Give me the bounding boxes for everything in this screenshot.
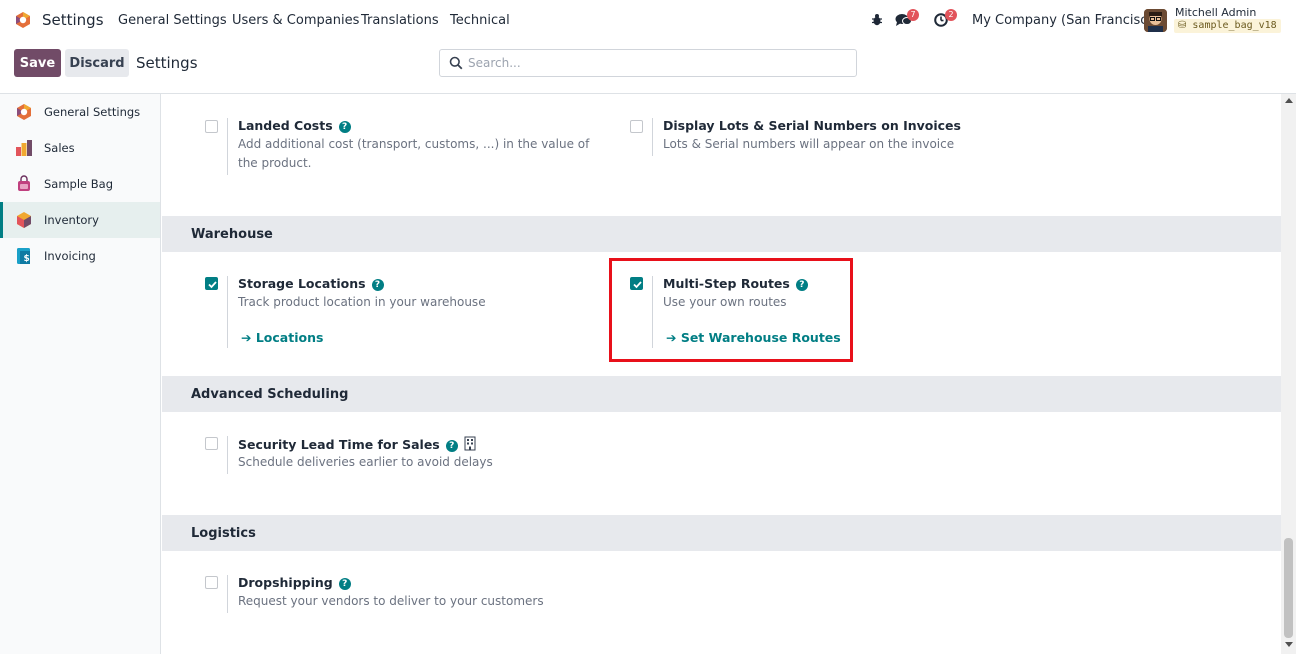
sidebar-item-sample-bag[interactable]: Sample Bag [0, 166, 160, 202]
settings-sidebar: General Settings Sales Sample Bag Invent… [0, 94, 161, 654]
scroll-down-icon[interactable] [1285, 642, 1293, 647]
divider [227, 575, 228, 613]
sidebar-item-sales[interactable]: Sales [0, 130, 160, 166]
section-title: Warehouse [191, 227, 273, 242]
help-icon[interactable]: ? [445, 440, 458, 452]
odoo-settings-icon[interactable] [14, 11, 32, 29]
security-lead-time-checkbox[interactable] [205, 437, 218, 450]
search-input[interactable] [468, 55, 848, 71]
sample-bag-icon [18, 175, 30, 191]
divider [652, 118, 653, 156]
storage-locations-description: Track product location in your warehouse [238, 295, 486, 309]
section-title: Advanced Scheduling [191, 387, 349, 402]
security-lead-time-description: Schedule deliveries earlier to avoid del… [238, 455, 493, 469]
storage-locations-checkbox[interactable] [205, 277, 218, 290]
setting-title-text: Landed Costs [238, 118, 333, 133]
sidebar-item-label: General Settings [44, 105, 141, 119]
sidebar-item-label: Inventory [44, 213, 99, 227]
section-title: Logistics [191, 526, 256, 541]
landed-costs-title: Landed Costs? [238, 118, 351, 133]
database-name: ⛁ sample_bag_v18 [1174, 19, 1281, 33]
menu-technical[interactable]: Technical [450, 13, 510, 28]
database-label: sample_bag_v18 [1192, 20, 1277, 31]
dropshipping-title: Dropshipping? [238, 575, 351, 590]
locations-link[interactable]: ➔ Locations [241, 330, 323, 345]
svg-text:$: $ [24, 254, 30, 264]
link-label: Locations [255, 330, 324, 345]
user-avatar[interactable] [1144, 9, 1167, 32]
sidebar-item-label: Sales [44, 141, 75, 155]
scrollbar[interactable] [1281, 94, 1296, 654]
sidebar-item-inventory[interactable]: Inventory [0, 202, 160, 238]
highlight-box [609, 258, 853, 362]
divider [227, 436, 228, 474]
menu-translations[interactable]: Translations [361, 13, 439, 28]
search-icon [449, 56, 463, 70]
storage-locations-title: Storage Locations? [238, 276, 384, 291]
section-advanced-scheduling: Advanced Scheduling [162, 376, 1281, 412]
discard-button[interactable]: Discard [65, 49, 129, 77]
landed-costs-description: Add additional cost (transport, customs,… [238, 137, 590, 170]
general-settings-icon [17, 104, 31, 120]
sales-icon [16, 140, 32, 156]
sidebar-item-general-settings[interactable]: General Settings [0, 94, 160, 130]
dropshipping-checkbox[interactable] [205, 576, 218, 589]
sidebar-item-invoicing[interactable]: $ Invoicing [0, 238, 160, 274]
divider [227, 118, 228, 175]
setting-title-text: Dropshipping [238, 575, 333, 590]
messages-badge: 7 [907, 9, 919, 21]
section-warehouse: Warehouse [162, 216, 1281, 252]
section-logistics: Logistics [162, 515, 1281, 551]
landed-costs-checkbox[interactable] [205, 120, 218, 133]
scroll-thumb[interactable] [1284, 538, 1293, 638]
sidebar-item-label: Invoicing [44, 249, 96, 263]
checkmark-icon [208, 281, 217, 289]
lots-serial-checkbox[interactable] [630, 120, 643, 133]
setting-title-text: Security Lead Time for Sales [238, 437, 440, 452]
lots-serial-description: Lots & Serial numbers will appear on the… [663, 137, 955, 151]
page-title: Settings [136, 54, 198, 72]
help-icon[interactable]: ? [338, 578, 351, 590]
help-icon[interactable]: ? [338, 121, 351, 133]
sidebar-item-label: Sample Bag [44, 177, 114, 191]
setting-title-text: Storage Locations [238, 276, 366, 291]
search-box[interactable] [439, 49, 857, 77]
arrow-right-icon: ➔ [241, 330, 256, 345]
menu-users-companies[interactable]: Users & Companies [232, 13, 359, 28]
security-lead-time-title: Security Lead Time for Sales? [238, 436, 476, 452]
app-name[interactable]: Settings [42, 11, 104, 29]
company-building-icon [464, 436, 476, 451]
bug-icon[interactable] [871, 13, 883, 26]
lots-serial-title: Display Lots & Serial Numbers on Invoice… [663, 118, 961, 133]
scroll-up-icon[interactable] [1285, 98, 1293, 103]
divider [227, 276, 228, 348]
user-name[interactable]: Mitchell Admin [1175, 6, 1256, 19]
company-switcher[interactable]: My Company (San Francisco) [972, 13, 1160, 28]
dropshipping-description: Request your vendors to deliver to your … [238, 594, 544, 608]
activities-badge: 2 [945, 9, 957, 21]
menu-general-settings[interactable]: General Settings [118, 13, 227, 28]
save-button[interactable]: Save [14, 49, 61, 77]
settings-content: Landed Costs? Add additional cost (trans… [162, 94, 1281, 654]
inventory-icon [17, 212, 31, 228]
help-icon[interactable]: ? [371, 279, 384, 291]
invoicing-icon: $ [17, 248, 30, 264]
top-navbar: Settings General Settings Users & Compan… [0, 0, 1296, 40]
database-icon: ⛁ [1178, 20, 1193, 31]
